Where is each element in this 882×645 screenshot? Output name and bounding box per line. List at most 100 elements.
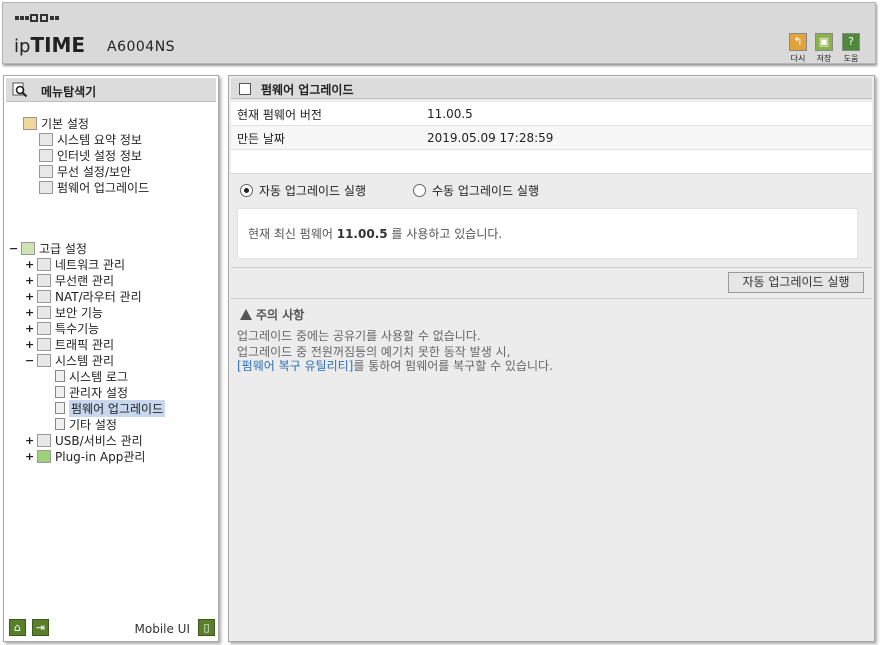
firmware-version-row: 현재 펌웨어 버전 11.00.5 <box>231 102 872 126</box>
tree-system-log[interactable]: 시스템 로그 <box>55 368 128 384</box>
notice-line-3-text: 를 통하여 펌웨어를 복구할 수 있습니다. <box>353 359 553 373</box>
tree-label: 기본 설정 <box>41 116 89 131</box>
auto-upgrade-run-button[interactable]: 자동 업그레이드 실행 <box>728 272 864 293</box>
save-label: 저장 <box>816 54 832 63</box>
usb-icon <box>37 433 51 447</box>
tree-label: 펌웨어 업그레이드 <box>69 399 166 417</box>
tree-label: 펌웨어 업그레이드 <box>57 180 150 195</box>
model-name: A6004NS <box>107 39 176 55</box>
tree-plugin-app[interactable]: + Plug-in App관리 <box>25 448 145 464</box>
tree-label: 보안 기능 <box>55 305 103 320</box>
divider <box>231 267 872 268</box>
logout-icon[interactable]: ⇥ <box>32 619 49 636</box>
tree-label: 무선랜 관리 <box>55 273 115 288</box>
build-date-row: 만든 날짜 2019.05.09 17:28:59 <box>231 126 872 150</box>
help-icon: ? <box>842 33 860 51</box>
tree-label: 트래픽 관리 <box>55 337 115 352</box>
expand-toggle[interactable]: + <box>25 274 34 287</box>
expand-toggle[interactable]: + <box>25 322 34 335</box>
auto-upgrade-label: 자동 업그레이드 실행 <box>259 184 366 198</box>
home-icon[interactable]: ⌂ <box>9 619 26 636</box>
tree-label: USB/서비스 관리 <box>55 433 143 448</box>
status-message: 현재 최신 펌웨어 11.00.5 를 사용하고 있습니다. <box>248 227 503 241</box>
save-button[interactable]: ▣ 저장 <box>812 33 836 64</box>
expand-toggle[interactable]: + <box>25 306 34 319</box>
tree-basic-settings[interactable]: 기본 설정 <box>23 115 89 131</box>
tree-wlan-management[interactable]: + 무선랜 관리 <box>25 272 114 288</box>
page-title: 펌웨어 업그레이드 <box>261 83 354 97</box>
collapse-toggle[interactable]: − <box>9 242 18 255</box>
lock-icon <box>37 305 51 319</box>
tree-usb-service[interactable]: + USB/서비스 관리 <box>25 432 143 448</box>
expand-toggle[interactable]: + <box>25 258 34 271</box>
window-icon <box>239 83 251 95</box>
status-message-box: 현재 최신 펌웨어 11.00.5 를 사용하고 있습니다. <box>237 208 858 259</box>
header-bar: ipTIME A6004NS ↰ 다시 ▣ 저장 ? 도움 <box>2 2 876 64</box>
firmware-version-label: 현재 펌웨어 버전 <box>237 108 322 122</box>
expand-toggle[interactable]: + <box>25 290 34 303</box>
tree-firmware-upgrade-selected[interactable]: 펌웨어 업그레이드 <box>55 399 166 417</box>
notice-line-1: 업그레이드 중에는 공유기를 사용할 수 없습니다. <box>237 329 481 343</box>
expand-toggle[interactable]: + <box>25 434 34 447</box>
tree-firmware-upgrade-basic[interactable]: 펌웨어 업그레이드 <box>39 179 149 195</box>
content-panel: 펌웨어 업그레이드 현재 펌웨어 버전 11.00.5 만든 날짜 2019.0… <box>228 75 875 642</box>
tree-special-features[interactable]: + 특수기능 <box>25 320 99 336</box>
sidebar-footer: ⌂ ⇥ Mobile UI ▯ <box>6 617 216 639</box>
network-icon <box>37 257 51 271</box>
auto-upgrade-radio[interactable]: 자동 업그레이드 실행 <box>240 182 366 199</box>
notice-line-3: [펌웨어 복구 유틸리티]를 통하여 펌웨어를 복구할 수 있습니다. <box>237 357 553 374</box>
plugin-icon <box>37 449 51 463</box>
tree-traffic-management[interactable]: + 트래픽 관리 <box>25 336 114 352</box>
expand-toggle[interactable]: + <box>25 450 34 463</box>
radio-selected-icon[interactable] <box>240 184 253 197</box>
tree-wireless-security[interactable]: 무선 설정/보안 <box>39 163 131 179</box>
tree-internet-info[interactable]: 인터넷 설정 정보 <box>39 147 142 163</box>
search-icon <box>12 82 28 98</box>
tree-admin-settings[interactable]: 관리자 설정 <box>55 384 128 400</box>
tree-label: 관리자 설정 <box>69 385 129 400</box>
tree-advanced-settings[interactable]: − 고급 설정 <box>9 240 87 256</box>
tree-label: 무선 설정/보안 <box>57 164 132 179</box>
folder-plus-icon <box>21 241 35 255</box>
content-header: 펌웨어 업그레이드 <box>231 78 872 99</box>
notice-title-text: 주의 사항 <box>256 308 305 322</box>
tree-nat-router[interactable]: + NAT/라우터 관리 <box>25 288 142 304</box>
tree-system-summary[interactable]: 시스템 요약 정보 <box>39 131 142 147</box>
collapse-toggle[interactable]: − <box>25 354 34 367</box>
warning-icon <box>240 309 252 320</box>
upgrade-icon <box>39 180 53 194</box>
tree-label: 기타 설정 <box>69 417 117 432</box>
mobile-icon[interactable]: ▯ <box>198 619 215 636</box>
traffic-chart-icon <box>37 337 51 351</box>
help-button[interactable]: ? 도움 <box>839 33 863 64</box>
recovery-utility-link[interactable]: [펌웨어 복구 유틸리티] <box>237 359 353 373</box>
tree-label: 네트워크 관리 <box>55 257 126 272</box>
build-date-label: 만든 날짜 <box>237 132 285 146</box>
tree-other-settings[interactable]: 기타 설정 <box>55 416 117 432</box>
undo-label: 다시 <box>790 54 806 63</box>
tree-label: 시스템 로그 <box>69 369 129 384</box>
tree-network-management[interactable]: + 네트워크 관리 <box>25 256 125 272</box>
build-date-value: 2019.05.09 17:28:59 <box>427 131 554 145</box>
undo-button[interactable]: ↰ 다시 <box>786 33 810 64</box>
tree-label: 시스템 요약 정보 <box>57 132 142 147</box>
wifi-icon <box>39 164 53 178</box>
radio-unselected-icon[interactable] <box>413 184 426 197</box>
bar-chart-icon <box>37 353 51 367</box>
tree-system-management[interactable]: − 시스템 관리 <box>25 352 114 368</box>
divider <box>231 298 872 299</box>
menu-explorer-header: 메뉴탐색기 <box>6 78 216 102</box>
tree-label: 고급 설정 <box>39 241 87 256</box>
page-icon <box>55 418 65 430</box>
manual-upgrade-radio[interactable]: 수동 업그레이드 실행 <box>413 182 539 199</box>
tree-security[interactable]: + 보안 기능 <box>25 304 103 320</box>
save-icon: ▣ <box>815 33 833 51</box>
tree-label: 시스템 관리 <box>55 353 115 368</box>
tree-label: 특수기능 <box>55 321 100 336</box>
expand-toggle[interactable]: + <box>25 338 34 351</box>
undo-icon: ↰ <box>789 33 807 51</box>
page-icon <box>55 386 65 398</box>
brand-logo: ipTIME <box>14 33 86 57</box>
mobile-ui-link[interactable]: Mobile UI <box>135 622 191 636</box>
folder-icon <box>23 116 37 130</box>
